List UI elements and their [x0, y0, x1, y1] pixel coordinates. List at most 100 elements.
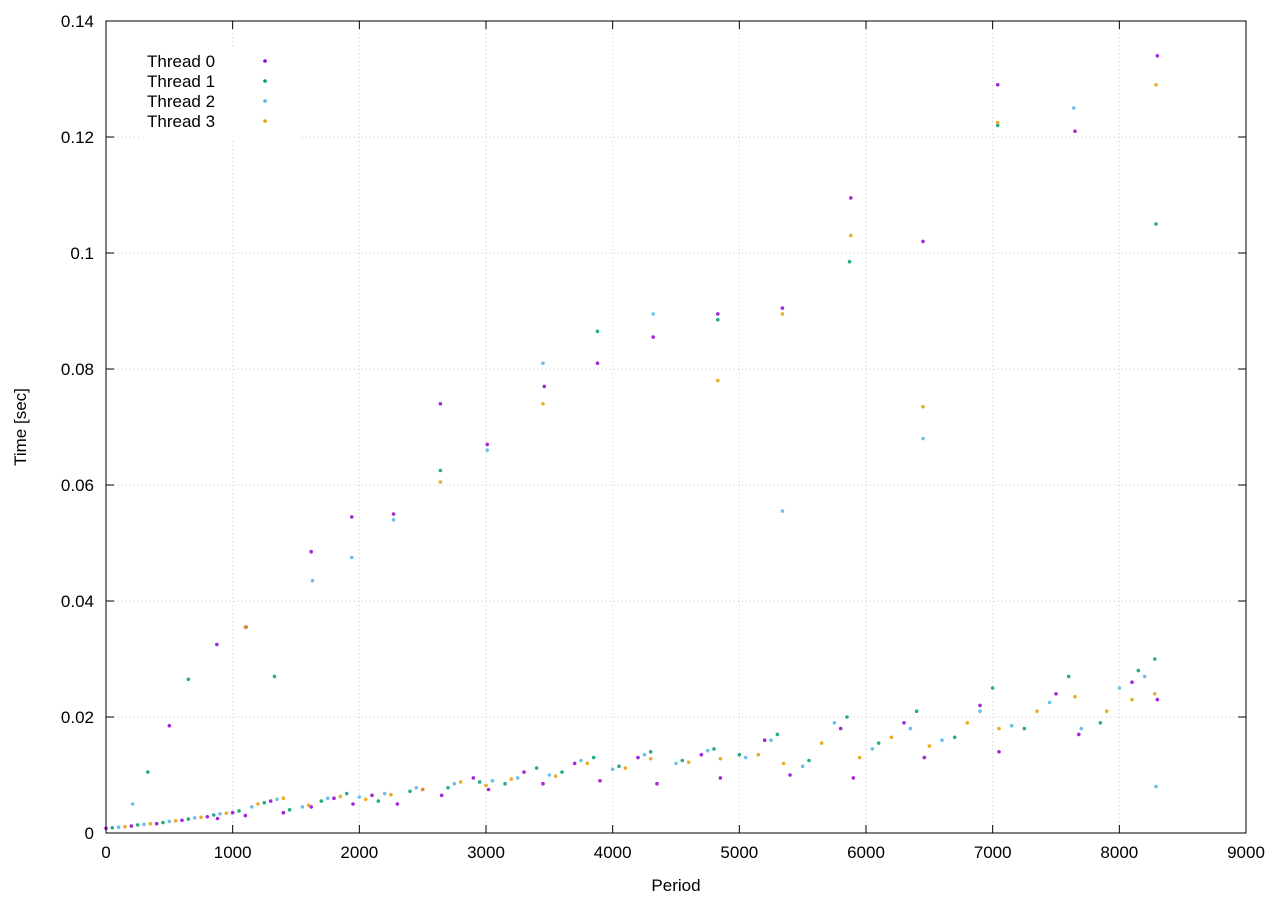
- data-point: [978, 709, 982, 713]
- data-point: [522, 770, 526, 774]
- data-point: [712, 747, 716, 751]
- data-point: [199, 815, 203, 820]
- data-point: [908, 726, 913, 731]
- data-point: [262, 801, 267, 805]
- data-point: [268, 799, 273, 803]
- data-point: [256, 802, 260, 806]
- data-point: [598, 779, 602, 783]
- data-point: [439, 793, 444, 798]
- data-point: [914, 709, 919, 713]
- data-point: [579, 758, 583, 763]
- data-point: [743, 755, 748, 760]
- plot-frame: [105, 20, 1247, 834]
- data-point: [716, 378, 720, 383]
- data-point: [135, 823, 140, 827]
- legend-label: Thread 3: [147, 112, 215, 131]
- data-point: [922, 755, 927, 760]
- data-point: [1130, 680, 1134, 684]
- data-point: [686, 760, 691, 765]
- y-tick-label: 0.02: [61, 708, 94, 727]
- data-point: [391, 512, 396, 516]
- data-point: [1154, 83, 1158, 87]
- data-point: [349, 555, 354, 560]
- data-point: [154, 821, 159, 826]
- data-point: [838, 726, 843, 731]
- data-point: [192, 816, 197, 820]
- data-point: [167, 819, 172, 824]
- data-point: [123, 824, 127, 829]
- data-point: [780, 509, 785, 513]
- data-point: [716, 317, 720, 322]
- data-point: [927, 744, 932, 748]
- data-point: [921, 404, 925, 409]
- data-point: [648, 750, 653, 754]
- data-point: [718, 776, 723, 780]
- data-point: [452, 781, 457, 786]
- data-point: [849, 196, 853, 200]
- data-point: [940, 738, 944, 742]
- data-point: [129, 824, 134, 828]
- data-point: [541, 781, 545, 786]
- data-point: [849, 233, 853, 238]
- data-point: [351, 802, 355, 806]
- data-point: [541, 361, 545, 366]
- data-point: [674, 761, 678, 766]
- data-point: [572, 761, 577, 766]
- legend-label: Thread 1: [147, 72, 215, 91]
- data-point: [762, 738, 767, 742]
- data-point: [485, 448, 490, 453]
- data-point: [382, 791, 387, 796]
- data-point: [857, 755, 862, 760]
- x-tick-label: 0: [101, 843, 110, 862]
- data-point: [623, 766, 628, 770]
- data-point: [542, 384, 547, 389]
- axis-ticks: [105, 20, 1247, 834]
- data-point: [349, 515, 354, 519]
- data-point: [116, 825, 121, 829]
- data-point: [902, 721, 906, 725]
- data-point: [275, 797, 279, 802]
- data-point: [775, 732, 780, 737]
- data-point: [300, 805, 305, 809]
- data-point: [281, 810, 286, 815]
- y-tick-label: 0.06: [61, 476, 94, 495]
- data-point: [800, 764, 805, 769]
- data-point: [595, 329, 600, 334]
- data-point: [1154, 222, 1158, 226]
- data-point: [995, 83, 1000, 87]
- data-point: [211, 813, 216, 817]
- data-point: [1071, 106, 1076, 110]
- x-tick-label: 5000: [720, 843, 758, 862]
- legend-marker: [263, 59, 267, 63]
- data-point: [1104, 709, 1109, 713]
- data-point: [338, 794, 343, 799]
- data-point: [832, 721, 837, 725]
- data-point: [438, 402, 443, 406]
- data-point: [389, 792, 393, 797]
- data-point: [332, 796, 336, 800]
- data-point: [509, 777, 514, 781]
- data-point: [395, 802, 400, 806]
- data-point: [230, 810, 235, 815]
- data-point: [363, 797, 368, 802]
- data-point: [997, 726, 1001, 731]
- data-point: [1077, 732, 1081, 737]
- x-tick-label: 3000: [467, 843, 505, 862]
- data-point: [503, 781, 507, 786]
- data-point: [636, 755, 640, 760]
- data-point: [553, 774, 558, 778]
- data-point: [1054, 692, 1058, 696]
- data-point: [142, 822, 146, 827]
- data-point: [699, 752, 704, 757]
- data-point: [769, 738, 773, 742]
- data-point: [1047, 700, 1052, 705]
- data-point: [680, 758, 685, 763]
- data-point: [788, 773, 792, 777]
- data-point: [148, 821, 153, 826]
- data-point: [130, 802, 135, 806]
- data-point: [997, 750, 1001, 754]
- chart-container: 0 1000 2000 3000 4000 5000 6000 7000 8000 9000 0 0.…: [0, 0, 1280, 896]
- data-point: [655, 781, 659, 786]
- data-point: [237, 809, 241, 813]
- data-point: [370, 793, 374, 798]
